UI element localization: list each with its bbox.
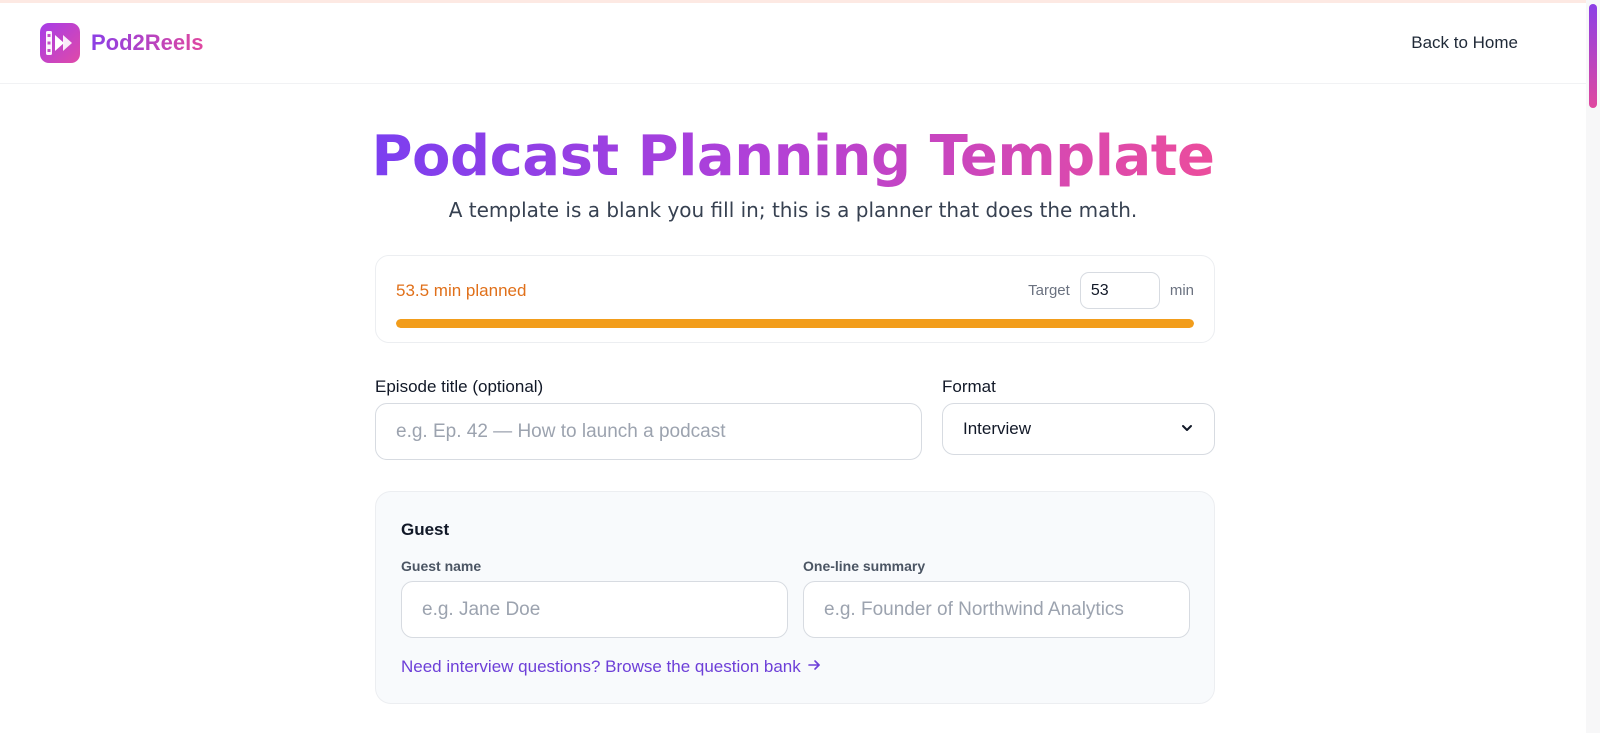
target-label: Target (1028, 282, 1070, 299)
arrow-right-icon (807, 657, 821, 677)
page-title: Podcast Planning Template (371, 124, 1215, 189)
episode-title-input[interactable] (375, 403, 922, 460)
target-minutes-input[interactable] (1079, 272, 1160, 309)
question-bank-link[interactable]: Need interview questions? Browse the que… (401, 657, 821, 677)
format-label: Format (942, 377, 996, 396)
planned-progress-bar (396, 319, 1194, 328)
brand-home-link[interactable]: Pod2Reels (40, 23, 204, 63)
back-to-home-link[interactable]: Back to Home (1411, 33, 1518, 53)
episode-title-label: Episode title (optional) (375, 377, 544, 396)
page-subtitle: A template is a blank you fill in; this … (448, 198, 1138, 222)
page-scrollbar[interactable] (1586, 0, 1600, 733)
chevron-down-icon (1180, 420, 1194, 439)
guest-summary-label: One-line summary (803, 558, 926, 574)
planned-minutes-text: 53.5 min planned (396, 281, 527, 300)
guest-summary-input[interactable] (803, 581, 1190, 638)
brand-name: Pod2Reels (91, 30, 204, 55)
target-unit-label: min (1169, 282, 1194, 299)
top-navbar: Pod2Reels Back to Home (0, 3, 1586, 84)
target-duration-group: Target min (1028, 272, 1194, 309)
planned-progress-fill (396, 319, 1194, 328)
time-planning-card: 53.5 min planned Target min (375, 255, 1215, 343)
question-bank-link-label: Need interview questions? Browse the que… (401, 657, 801, 676)
guest-name-input[interactable] (401, 581, 788, 638)
scrollbar-thumb[interactable] (1589, 4, 1597, 108)
guest-name-label: Guest name (401, 558, 482, 574)
format-select[interactable]: Interview (942, 403, 1215, 455)
guest-heading: Guest (401, 520, 450, 539)
format-selected-value: Interview (963, 419, 1032, 438)
play-film-icon (40, 23, 80, 63)
guest-section-card: Guest Guest name One-line summary Need i… (375, 491, 1215, 704)
